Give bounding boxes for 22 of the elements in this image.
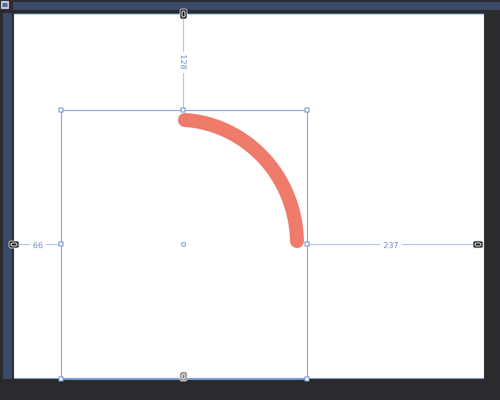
anchor-icon[interactable]	[180, 372, 188, 382]
margin-value: 237	[383, 241, 399, 250]
arc-shape[interactable]	[178, 113, 304, 248]
margin-value: 128	[178, 54, 188, 70]
corner-icon[interactable]	[1, 1, 9, 9]
resize-handle[interactable]	[180, 108, 186, 112]
anchor-icon[interactable]	[180, 8, 188, 20]
margin-line	[183, 72, 184, 110]
margin-line	[46, 244, 60, 245]
resize-handle[interactable]	[304, 376, 310, 382]
resize-handle[interactable]	[58, 242, 64, 246]
margin-line	[18, 244, 30, 245]
anchor-icon[interactable]	[472, 240, 484, 248]
center-point[interactable]	[181, 242, 186, 247]
resize-handle[interactable]	[58, 108, 64, 112]
margin-line	[308, 244, 380, 245]
resize-handle[interactable]	[304, 242, 310, 246]
anchor-icon[interactable]	[8, 240, 20, 248]
margin-line	[183, 18, 184, 52]
margin-value: 66	[32, 241, 44, 250]
resize-handle[interactable]	[304, 108, 310, 112]
resize-handle[interactable]	[58, 376, 64, 382]
